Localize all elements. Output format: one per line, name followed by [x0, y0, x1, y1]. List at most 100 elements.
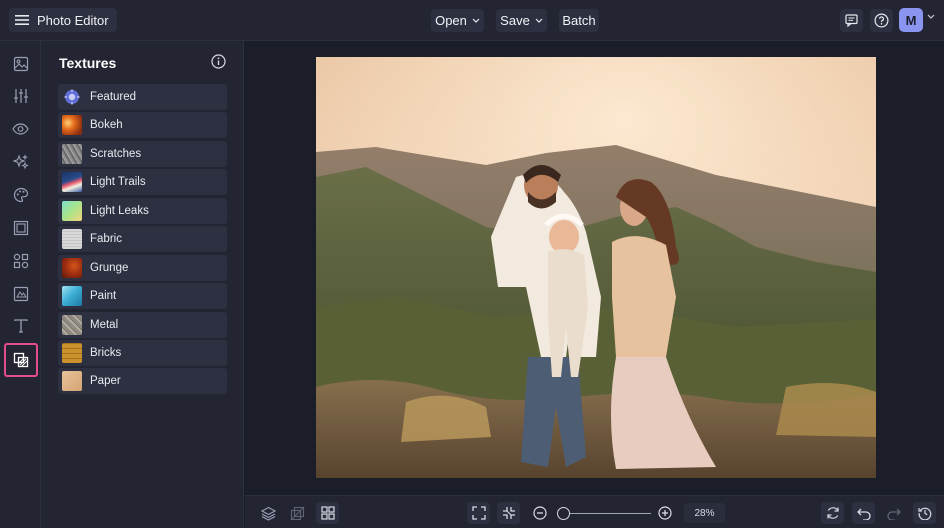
comment-button[interactable]: [840, 9, 863, 32]
batch-label: Batch: [562, 13, 596, 28]
texture-label: Scratches: [90, 148, 142, 160]
rail-item-edit[interactable]: [4, 49, 37, 79]
rail-item-frames[interactable]: [4, 213, 37, 243]
rail-item-artsy[interactable]: [4, 180, 37, 210]
texture-label: Grunge: [90, 262, 129, 274]
layers-icon: [261, 506, 276, 521]
app-menu-button[interactable]: Photo Editor: [9, 8, 117, 32]
zoom-out-button[interactable]: [528, 502, 551, 524]
zoom-slider-thumb[interactable]: [557, 507, 570, 520]
palette-icon: [13, 187, 29, 203]
chevron-down-icon: [472, 18, 480, 23]
help-icon: [874, 13, 889, 28]
rail-item-text[interactable]: [4, 311, 37, 341]
crop-layers-icon: [290, 506, 305, 521]
image-icon: [13, 56, 29, 72]
reset-icon: [826, 506, 840, 520]
fabric-thumbnail: [62, 229, 82, 249]
comment-icon: [845, 14, 858, 27]
bottom-bar: 28%: [245, 495, 944, 528]
actual-size-button[interactable]: [497, 502, 520, 524]
redo-icon: [886, 507, 901, 520]
zoom-in-button[interactable]: [653, 502, 676, 524]
open-label: Open: [435, 13, 467, 28]
chevron-down-icon: [535, 18, 543, 23]
text-icon: [13, 318, 29, 334]
help-button[interactable]: [870, 9, 893, 32]
graphics-icon: [13, 286, 29, 302]
texture-label: Paint: [90, 290, 117, 302]
reset-button[interactable]: [821, 502, 844, 524]
texture-item-paint[interactable]: Paint: [58, 283, 227, 309]
layers-button[interactable]: [257, 502, 280, 524]
bricks-thumbnail: [62, 343, 82, 363]
grid-button[interactable]: [316, 502, 339, 524]
texture-item-fabric[interactable]: Fabric: [58, 226, 227, 252]
texture-item-grunge[interactable]: Grunge: [58, 255, 227, 281]
texture-item-scratches[interactable]: Scratches: [58, 141, 227, 167]
shapes-icon: [13, 253, 29, 269]
rail-item-adjust[interactable]: [4, 81, 37, 111]
texture-label: Light Trails: [90, 176, 146, 188]
undo-button[interactable]: [852, 502, 875, 524]
rail-item-touch-up[interactable]: [4, 147, 37, 177]
rail-item-textures[interactable]: [4, 343, 38, 377]
paper-thumbnail: [62, 371, 82, 391]
texture-label: Bokeh: [90, 119, 123, 131]
history-button[interactable]: [913, 502, 936, 524]
sliders-icon: [13, 88, 29, 104]
rail-item-effects[interactable]: [4, 114, 37, 144]
texture-item-featured[interactable]: Featured: [58, 84, 227, 110]
texture-item-paper[interactable]: Paper: [58, 368, 227, 394]
textures-icon: [13, 352, 29, 368]
rail-item-shapes[interactable]: [4, 246, 37, 276]
photo-canvas[interactable]: [316, 57, 876, 478]
zoom-slider-track[interactable]: [563, 513, 651, 514]
open-button[interactable]: Open: [431, 9, 484, 32]
undo-icon: [856, 507, 871, 520]
redo-button[interactable]: [882, 502, 905, 524]
texture-label: Metal: [90, 319, 119, 331]
tool-rail: [0, 41, 41, 528]
light-trails-thumbnail: [62, 172, 82, 192]
family-photo-image: [316, 57, 876, 478]
textures-panel: Textures Featured Bokeh Scratches Light …: [41, 41, 244, 528]
avatar-initial: M: [905, 12, 917, 28]
texture-label: Light Leaks: [90, 205, 149, 217]
grid-icon: [320, 506, 335, 520]
sparkles-icon: [12, 154, 29, 170]
texture-item-bricks[interactable]: Bricks: [58, 340, 227, 366]
light-leaks-thumbnail: [62, 201, 82, 221]
chevron-down-icon[interactable]: [927, 14, 935, 19]
featured-badge-icon: [62, 87, 82, 107]
hamburger-icon: [15, 14, 29, 26]
texture-label: Featured: [90, 91, 137, 103]
texture-item-metal[interactable]: Metal: [58, 312, 227, 338]
rail-item-graphics[interactable]: [4, 279, 37, 309]
eye-icon: [12, 123, 29, 135]
fit-screen-icon: [471, 506, 486, 520]
top-bar: Photo Editor Open Save Batch M: [0, 0, 944, 41]
panel-title: Textures: [59, 55, 117, 71]
crop-layers-button[interactable]: [286, 502, 309, 524]
fit-screen-button[interactable]: [467, 502, 490, 524]
actual-size-icon: [502, 506, 516, 520]
zoom-out-icon: [532, 506, 547, 520]
grunge-thumbnail: [62, 258, 82, 278]
frame-icon: [13, 220, 29, 236]
app-title: Photo Editor: [37, 12, 109, 28]
texture-label: Fabric: [90, 233, 122, 245]
texture-item-light-leaks[interactable]: Light Leaks: [58, 198, 227, 224]
texture-label: Paper: [90, 375, 121, 387]
avatar[interactable]: M: [899, 8, 923, 32]
scratches-thumbnail: [62, 144, 82, 164]
batch-button[interactable]: Batch: [559, 9, 599, 32]
zoom-value[interactable]: 28%: [684, 503, 725, 523]
bokeh-thumbnail: [62, 115, 82, 135]
texture-item-bokeh[interactable]: Bokeh: [58, 112, 227, 138]
save-button[interactable]: Save: [496, 9, 547, 32]
texture-label: Bricks: [90, 347, 122, 359]
texture-item-light-trails[interactable]: Light Trails: [58, 169, 227, 195]
metal-thumbnail: [62, 315, 82, 335]
info-icon[interactable]: [211, 54, 226, 69]
